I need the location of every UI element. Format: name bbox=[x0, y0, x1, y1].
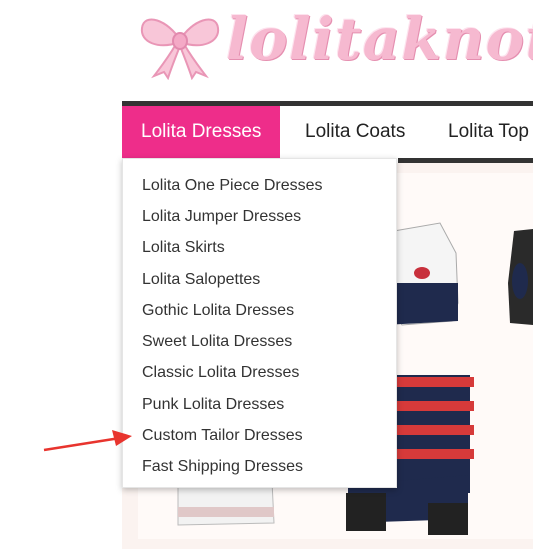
menu-item-custom-tailor[interactable]: Custom Tailor Dresses bbox=[142, 427, 303, 445]
menu-item-one-piece-dresses[interactable]: Lolita One Piece Dresses bbox=[142, 177, 323, 195]
menu-item-fast-shipping[interactable]: Fast Shipping Dresses bbox=[142, 458, 303, 476]
site-logo[interactable]: lolitaknot bbox=[138, 2, 533, 81]
menu-item-classic-dresses[interactable]: Classic Lolita Dresses bbox=[142, 364, 299, 382]
nav-item-lolita-coats[interactable]: Lolita Coats bbox=[286, 106, 424, 158]
logo-wordmark: lolitaknot bbox=[226, 5, 533, 73]
main-nav: Lolita Dresses Lolita Coats Lolita Top bbox=[122, 106, 533, 158]
menu-item-jumper-dresses[interactable]: Lolita Jumper Dresses bbox=[142, 208, 301, 226]
menu-item-salopettes[interactable]: Lolita Salopettes bbox=[142, 271, 260, 289]
menu-item-punk-dresses[interactable]: Punk Lolita Dresses bbox=[142, 396, 284, 414]
dresses-dropdown-menu: Lolita One Piece Dresses Lolita Jumper D… bbox=[122, 158, 397, 488]
nav-bottom-border bbox=[398, 158, 533, 163]
nav-item-lolita-tops[interactable]: Lolita Top bbox=[429, 106, 533, 158]
nav-item-lolita-dresses[interactable]: Lolita Dresses bbox=[122, 106, 281, 158]
bow-icon bbox=[140, 18, 220, 81]
menu-item-skirts[interactable]: Lolita Skirts bbox=[142, 239, 225, 257]
menu-item-gothic-dresses[interactable]: Gothic Lolita Dresses bbox=[142, 302, 294, 320]
menu-item-sweet-dresses[interactable]: Sweet Lolita Dresses bbox=[142, 333, 292, 351]
